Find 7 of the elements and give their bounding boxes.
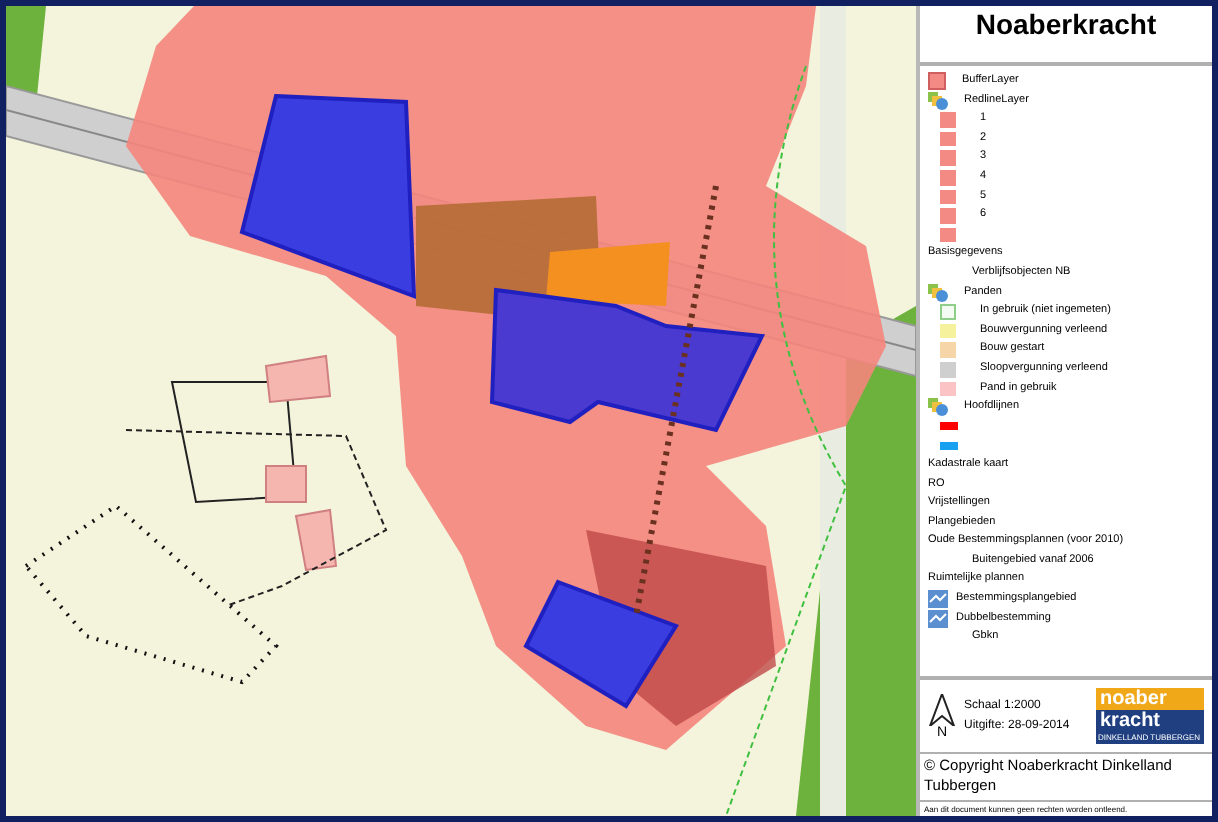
layers-icon xyxy=(928,283,948,302)
layer-icon xyxy=(928,590,948,609)
layers-icon xyxy=(928,398,948,417)
layers-icon xyxy=(928,91,948,110)
north-arrow-icon xyxy=(928,693,956,725)
map-title: Noaberkracht xyxy=(975,10,1157,38)
layer-icon xyxy=(928,609,948,628)
